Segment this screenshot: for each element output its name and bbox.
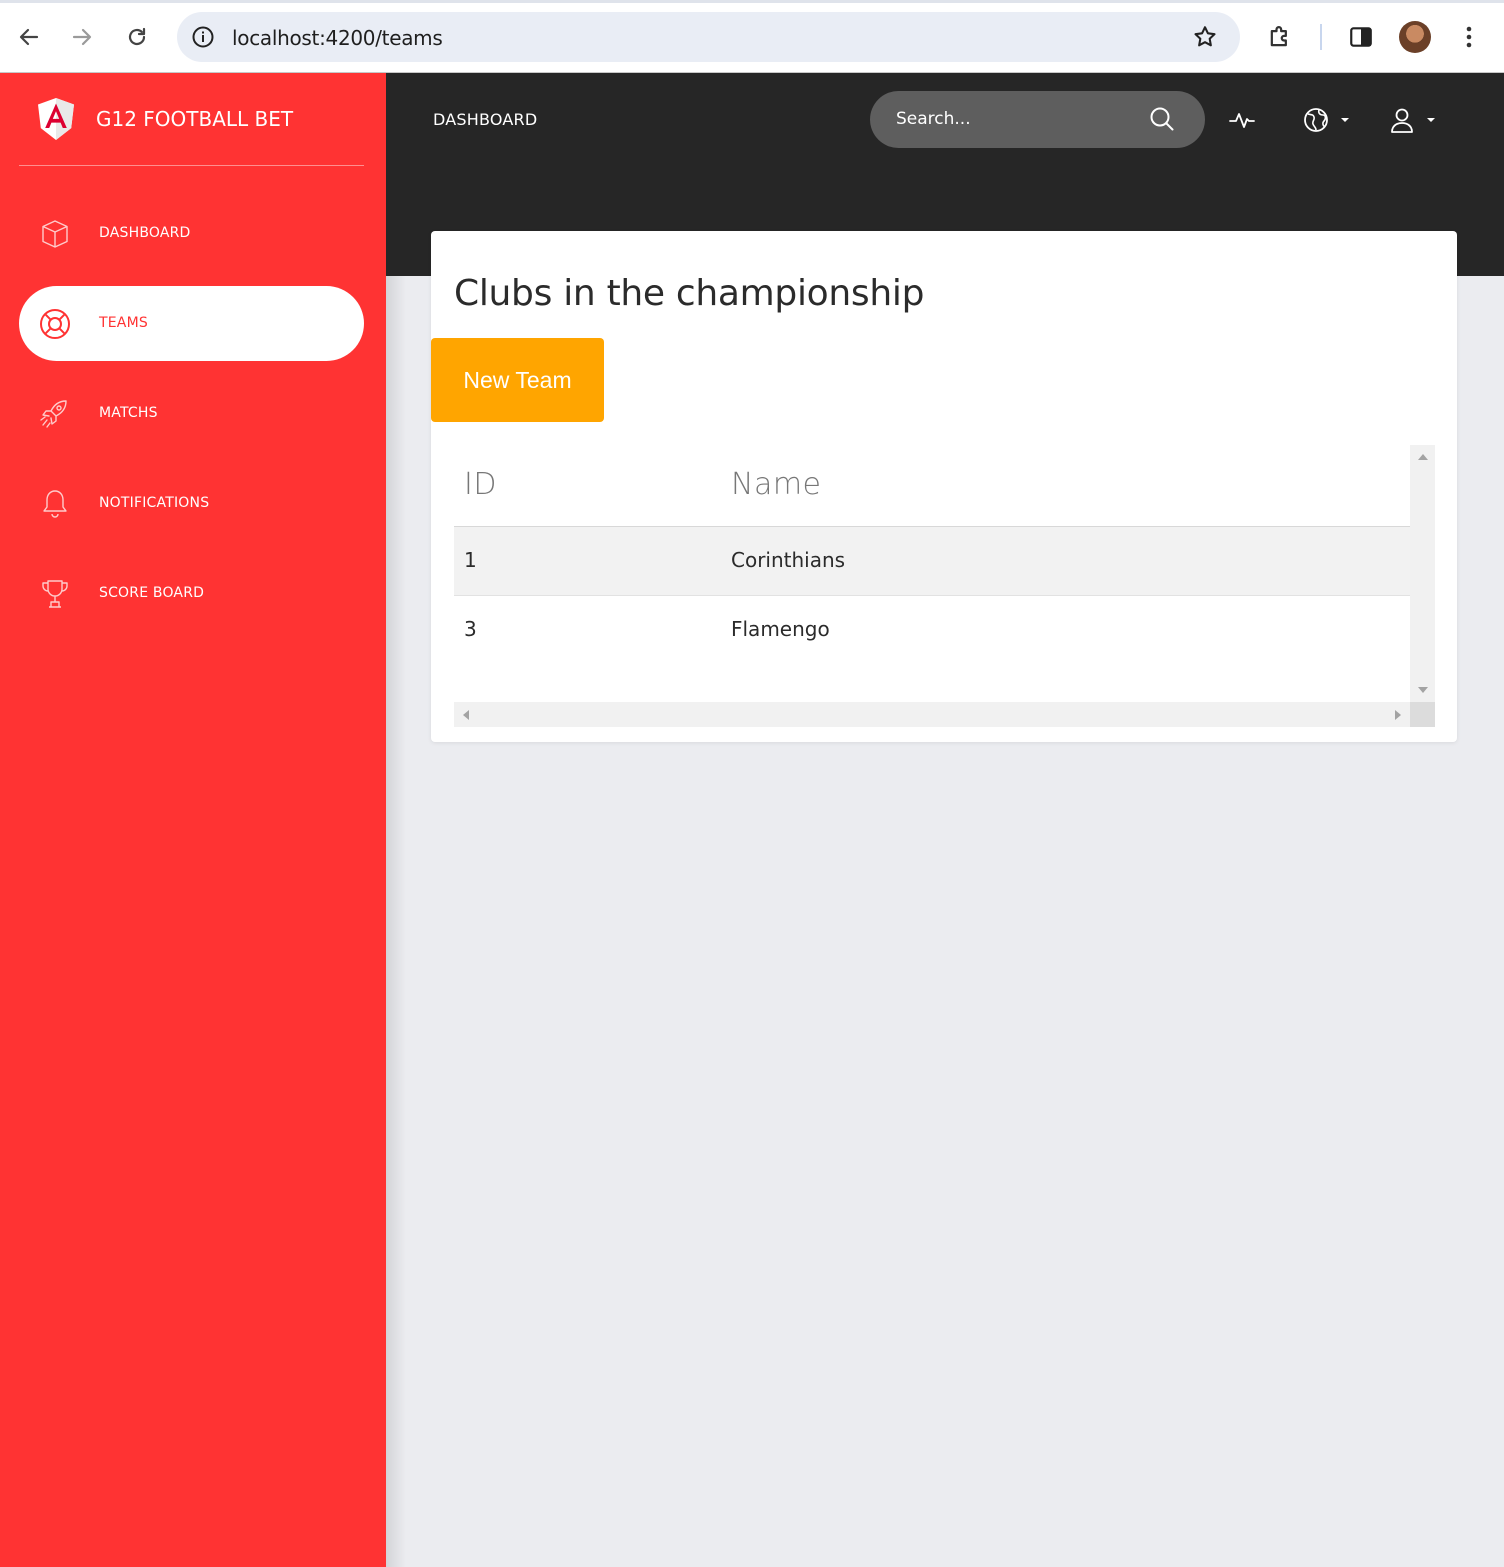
table-row[interactable]: 1 Corinthians — [454, 527, 1410, 596]
sidebar: G12 FOOTBALL BET DASHBOARD TEAMS MATCHS … — [0, 73, 386, 1567]
table-header: ID Name — [454, 445, 1410, 527]
globe-icon — [1304, 108, 1328, 132]
teams-table: ID Name 1 Corinthians 3 Flamengo — [454, 445, 1410, 665]
activity-icon — [1229, 113, 1255, 128]
cell-name: Corinthians — [731, 548, 846, 572]
scroll-down-arrow-icon[interactable] — [1418, 687, 1428, 693]
sidebar-item-teams[interactable]: TEAMS — [19, 286, 364, 361]
cube-icon — [42, 220, 68, 248]
rocket-icon — [40, 400, 67, 428]
lifebuoy-icon — [40, 309, 70, 339]
sidebar-item-matchs[interactable]: MATCHS — [19, 376, 364, 451]
sidebar-divider — [19, 165, 364, 166]
scroll-right-arrow-icon[interactable] — [1395, 710, 1401, 720]
search-icon[interactable] — [1148, 105, 1176, 133]
url-text[interactable]: localhost:4200/teams — [232, 26, 443, 50]
language-dropdown[interactable] — [1302, 106, 1352, 134]
tab-strip-edge — [0, 0, 1504, 3]
sidebar-item-dashboard[interactable]: DASHBOARD — [19, 196, 364, 271]
search-input[interactable] — [896, 105, 1136, 133]
site-info-icon[interactable] — [191, 25, 215, 49]
sidebar-item-label: SCORE BOARD — [99, 585, 205, 601]
sidebar-item-label: NOTIFICATIONS — [99, 495, 210, 511]
page-title: Clubs in the championship — [454, 273, 925, 314]
user-icon — [1391, 108, 1413, 133]
angular-logo-icon — [38, 98, 74, 140]
teams-table-container: ID Name 1 Corinthians 3 Flamengo — [454, 445, 1435, 727]
toolbar-divider — [1320, 24, 1322, 50]
table-row[interactable]: 3 Flamengo — [454, 596, 1410, 665]
teams-card: Clubs in the championship New Team ID Na… — [431, 231, 1457, 742]
brand-name: G12 FOOTBALL BET — [96, 107, 294, 131]
browser-menu-icon[interactable] — [1458, 24, 1480, 50]
bookmark-star-icon[interactable] — [1192, 24, 1218, 50]
column-header-name: Name — [731, 467, 822, 502]
scroll-up-arrow-icon[interactable] — [1418, 454, 1428, 460]
search-box[interactable] — [870, 91, 1205, 148]
profile-avatar[interactable] — [1399, 21, 1431, 53]
brand-header[interactable]: G12 FOOTBALL BET — [0, 73, 386, 166]
sidebar-item-label: DASHBOARD — [99, 225, 191, 241]
cell-id: 3 — [464, 617, 477, 641]
arrow-left-icon — [19, 28, 39, 46]
extensions-puzzle-icon[interactable] — [1266, 23, 1294, 51]
address-bar[interactable]: localhost:4200/teams — [177, 12, 1240, 62]
bell-icon — [43, 490, 67, 518]
horizontal-scrollbar[interactable] — [454, 702, 1410, 727]
activity-button[interactable] — [1228, 106, 1256, 134]
new-team-button[interactable]: New Team — [431, 338, 604, 422]
navbar-title[interactable]: DASHBOARD — [433, 110, 537, 129]
reload-icon — [128, 27, 146, 46]
cell-id: 1 — [464, 548, 477, 572]
sidebar-shadow — [386, 276, 406, 1567]
column-header-id: ID — [464, 467, 497, 502]
reload-button[interactable] — [120, 20, 154, 54]
caret-down-icon — [1341, 118, 1349, 122]
scrollbar-corner — [1410, 702, 1435, 727]
trophy-icon — [42, 580, 68, 608]
back-button[interactable] — [12, 20, 46, 54]
sidebar-item-label: MATCHS — [99, 405, 158, 421]
vertical-scrollbar[interactable] — [1410, 445, 1435, 702]
arrow-right-icon — [72, 28, 92, 46]
sidebar-item-label: TEAMS — [99, 315, 148, 331]
browser-toolbar: localhost:4200/teams — [0, 0, 1504, 73]
sidebar-item-notifications[interactable]: NOTIFICATIONS — [19, 466, 364, 541]
cell-name: Flamengo — [731, 617, 830, 641]
user-dropdown[interactable] — [1388, 106, 1438, 134]
forward-button[interactable] — [65, 20, 99, 54]
caret-down-icon — [1427, 118, 1435, 122]
scroll-left-arrow-icon[interactable] — [463, 710, 469, 720]
side-panel-icon[interactable] — [1348, 24, 1374, 50]
sidebar-item-score-board[interactable]: SCORE BOARD — [19, 556, 364, 631]
